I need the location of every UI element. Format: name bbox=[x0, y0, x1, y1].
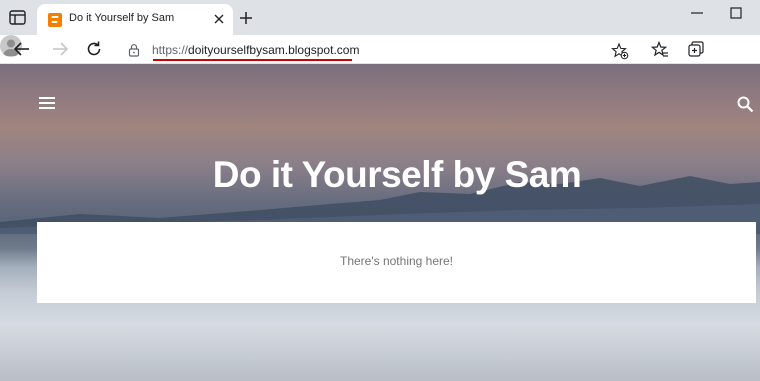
collections-icon[interactable] bbox=[686, 40, 706, 60]
lock-icon[interactable] bbox=[127, 43, 141, 57]
maximize-icon[interactable] bbox=[728, 5, 744, 21]
address-bar[interactable]: https://doityourselfbysam.blogspot.com bbox=[117, 38, 637, 62]
url-protocol: https:// bbox=[152, 43, 189, 57]
minimize-icon[interactable] bbox=[688, 7, 706, 19]
new-tab-icon[interactable] bbox=[237, 9, 255, 27]
add-favorite-star-icon[interactable] bbox=[611, 42, 629, 60]
tab-strip: Do it Yourself by Sam bbox=[0, 0, 760, 35]
posts-container: There's nothing here! bbox=[37, 222, 756, 303]
empty-posts-message: There's nothing here! bbox=[339, 254, 454, 268]
url-text[interactable]: https://doityourselfbysam.blogspot.com bbox=[152, 43, 359, 57]
close-tab-icon[interactable] bbox=[211, 11, 227, 27]
blog-page: Do it Yourself by Sam There's nothing he… bbox=[0, 64, 760, 381]
search-icon[interactable] bbox=[737, 96, 754, 113]
blog-title[interactable]: Do it Yourself by Sam bbox=[0, 154, 760, 196]
forward-arrow-icon[interactable] bbox=[50, 39, 70, 59]
browser-toolbar: https://doityourselfbysam.blogspot.com bbox=[0, 35, 760, 64]
reload-icon[interactable] bbox=[84, 39, 104, 59]
hamburger-menu-icon[interactable] bbox=[38, 96, 56, 110]
url-highlight-underline bbox=[153, 59, 352, 61]
back-arrow-icon[interactable] bbox=[12, 39, 32, 59]
tab-title: Do it Yourself by Sam bbox=[69, 12, 175, 24]
favorites-icon[interactable] bbox=[650, 40, 670, 60]
tab-actions-icon[interactable] bbox=[8, 9, 28, 27]
blogger-icon bbox=[48, 13, 62, 27]
browser-tab[interactable]: Do it Yourself by Sam bbox=[37, 4, 233, 35]
url-host: doityourselfbysam.blogspot.com bbox=[188, 43, 360, 57]
